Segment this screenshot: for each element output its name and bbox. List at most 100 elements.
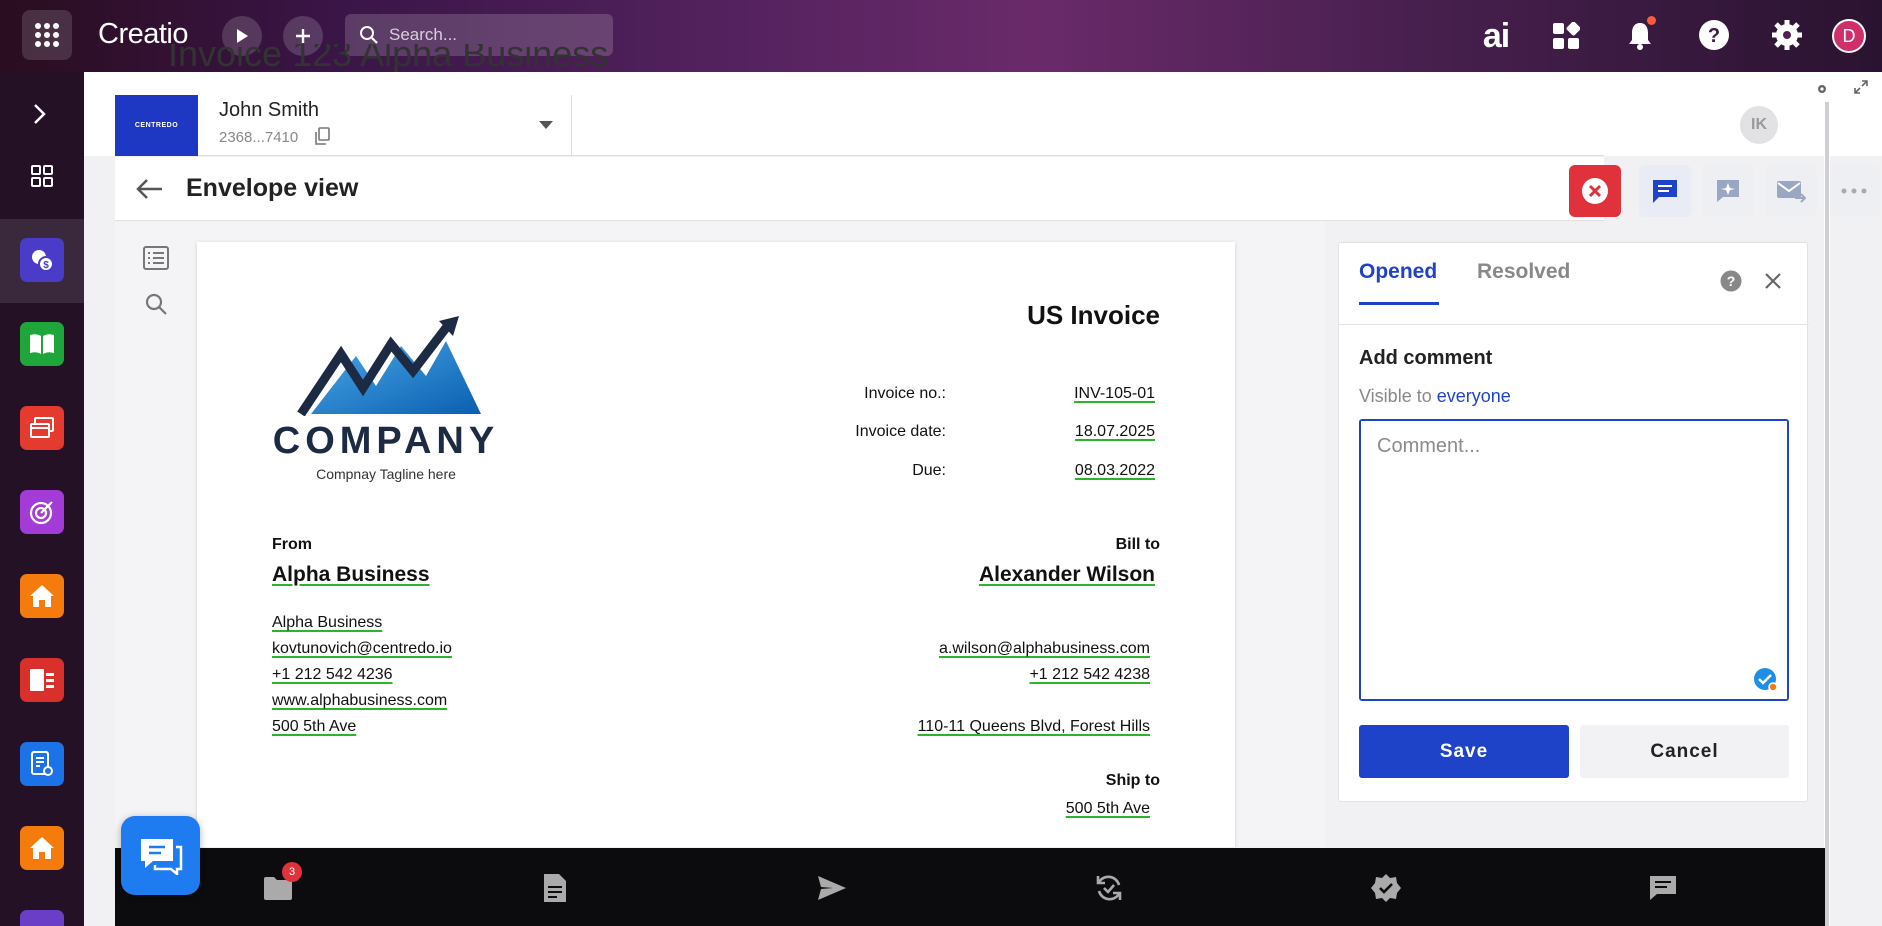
- visibility-info: Visible to everyone: [1359, 386, 1511, 407]
- due-date-value: 08.03.2022: [1074, 462, 1155, 479]
- expand-icon[interactable]: [1854, 80, 1868, 99]
- header-divider: [571, 95, 572, 155]
- send-email-button[interactable]: [1765, 165, 1817, 217]
- house-icon: [30, 585, 54, 607]
- left-sidebar: $: [0, 72, 84, 926]
- user-avatar[interactable]: D: [1832, 19, 1866, 53]
- comments-button[interactable]: [1639, 165, 1691, 217]
- more-actions-button[interactable]: [1828, 165, 1880, 217]
- help-button[interactable]: ?: [1695, 16, 1733, 54]
- bill-to-line: a.wilson@alphabusiness.com: [938, 640, 1150, 657]
- documents-button[interactable]: [535, 868, 575, 908]
- expand-sidebar-button[interactable]: [30, 102, 50, 131]
- chevron-right-icon: [34, 104, 46, 124]
- messages-button[interactable]: [1643, 868, 1683, 908]
- send-icon: [818, 876, 846, 900]
- sidebar-item-windows[interactable]: [20, 406, 64, 450]
- grammar-check-icon[interactable]: [1753, 667, 1779, 693]
- sidebar-item-home[interactable]: [20, 574, 64, 618]
- back-button[interactable]: [136, 178, 164, 205]
- sidebar-item-invoices[interactable]: $: [20, 238, 64, 282]
- send-button[interactable]: [812, 868, 852, 908]
- badge-check-icon: [1371, 874, 1401, 902]
- sync-button[interactable]: [1089, 868, 1129, 908]
- document-search-button[interactable]: [144, 292, 168, 321]
- cancel-button[interactable]: Cancel: [1580, 725, 1789, 778]
- help-button[interactable]: ?: [1720, 270, 1742, 297]
- from-name: Alpha Business: [272, 563, 430, 586]
- ship-to-line: 500 5th Ave: [1065, 800, 1150, 817]
- bottom-toolbar: 3: [115, 848, 1825, 926]
- page-title: Envelope view: [186, 174, 359, 202]
- chat-button[interactable]: [121, 816, 200, 895]
- ai-button[interactable]: ai: [1474, 18, 1518, 54]
- sidebar-item-more[interactable]: [20, 910, 64, 926]
- id-card-icon: [30, 669, 54, 691]
- folder-button[interactable]: 3: [258, 862, 302, 908]
- copy-icon[interactable]: [314, 127, 331, 145]
- svg-text:$: $: [43, 260, 49, 271]
- all-apps-button[interactable]: [30, 164, 54, 193]
- tabs-divider: [1339, 324, 1809, 325]
- gear-icon: [1772, 20, 1802, 50]
- add-note-button[interactable]: [1702, 165, 1754, 217]
- assignee-avatar[interactable]: IK: [1740, 106, 1778, 144]
- play-icon: [237, 29, 248, 43]
- plus-icon: [296, 29, 310, 43]
- close-panel-button[interactable]: [1764, 272, 1782, 295]
- invoice-number-label: Invoice no.:: [864, 385, 946, 402]
- notification-dot: [1647, 16, 1656, 25]
- sidebar-item-knowledge[interactable]: [20, 322, 64, 366]
- sidebar-item-documents[interactable]: [20, 742, 64, 786]
- app-grid-button[interactable]: [22, 10, 72, 60]
- record-title: Invoice 123 Alpha Business: [168, 44, 609, 72]
- ellipsis-icon: [1841, 188, 1867, 194]
- reject-button[interactable]: [1569, 165, 1621, 217]
- ship-to-heading: Ship to: [1105, 772, 1160, 789]
- document-settings-icon: [31, 751, 53, 776]
- app-hub-button[interactable]: [1548, 18, 1584, 54]
- verify-button[interactable]: [1366, 868, 1406, 908]
- bill-to-line: 110-11 Queens Blvd, Forest Hills: [917, 718, 1150, 735]
- add-comment-title: Add comment: [1359, 347, 1493, 369]
- invoice-number-value: INV-105-01: [1074, 385, 1155, 402]
- visibility-link[interactable]: everyone: [1437, 386, 1511, 406]
- comment-input[interactable]: [1361, 421, 1787, 699]
- panel-settings-icon[interactable]: [1816, 82, 1828, 100]
- user-initial: D: [1842, 25, 1856, 46]
- contact-name: John Smith: [219, 99, 320, 121]
- tab-opened[interactable]: Opened: [1359, 260, 1440, 305]
- sidebar-item-property[interactable]: [20, 826, 64, 870]
- contact-dropdown-button[interactable]: [539, 117, 553, 135]
- page-scrollbar[interactable]: [1824, 102, 1830, 926]
- document-outline-button[interactable]: [143, 246, 169, 275]
- close-circle-icon: [1582, 178, 1608, 204]
- house-icon: [30, 837, 54, 859]
- document-viewer[interactable]: COMPANY Compnay Tagline here US Invoice …: [115, 222, 1325, 847]
- chat-icon: [140, 838, 182, 875]
- comment-field[interactable]: [1359, 419, 1789, 701]
- mail-forward-icon: [1777, 181, 1806, 203]
- contact-header: CENTREDO John Smith 2368...7410: [115, 95, 1604, 156]
- bill-to-name: Alexander Wilson: [978, 563, 1155, 586]
- invoice-title: US Invoice: [1027, 300, 1160, 330]
- search-input[interactable]: [389, 25, 589, 45]
- list-icon: [143, 246, 169, 270]
- sidebar-item-contacts[interactable]: [20, 658, 64, 702]
- settings-button[interactable]: [1768, 16, 1806, 54]
- notifications-button[interactable]: [1622, 16, 1658, 54]
- save-button[interactable]: Save: [1359, 725, 1569, 778]
- four-squares-icon: [31, 165, 53, 187]
- sidebar-item-targets[interactable]: [20, 490, 64, 534]
- brand-logo: CENTREDO: [115, 95, 198, 156]
- invoice-date-label: Invoice date:: [855, 423, 946, 440]
- invoice-page: COMPANY Compnay Tagline here US Invoice …: [197, 242, 1235, 847]
- tab-resolved[interactable]: Resolved: [1477, 260, 1570, 302]
- from-line: Alpha Business: [272, 614, 383, 631]
- from-line: 500 5th Ave: [272, 718, 357, 735]
- svg-text:?: ?: [1708, 25, 1720, 47]
- caret-down-icon: [539, 121, 553, 129]
- target-icon: [29, 501, 53, 525]
- bill-to-heading: Bill to: [1115, 536, 1160, 553]
- document-icon: [544, 874, 566, 902]
